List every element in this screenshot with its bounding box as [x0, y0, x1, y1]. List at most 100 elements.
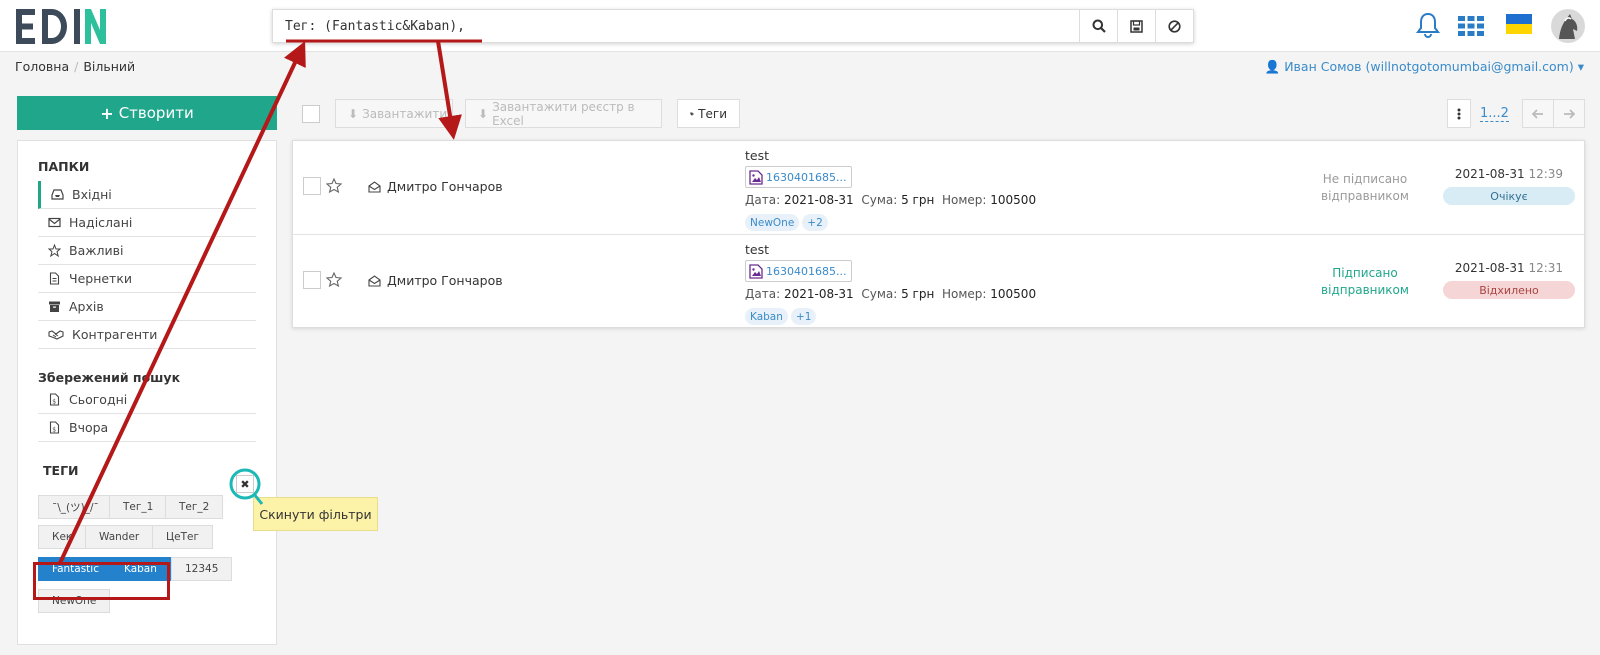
- document-meta: Дата: 2021-08-31 Сума: 5 грн Номер: 1005…: [745, 287, 1036, 301]
- row-checkbox[interactable]: [303, 177, 321, 195]
- tag-teg-2[interactable]: Тег_2: [165, 495, 224, 519]
- ukraine-flag-icon[interactable]: [1506, 14, 1532, 34]
- sidebar-item-important[interactable]: Важливі: [38, 237, 256, 265]
- number-value: 100500: [990, 193, 1037, 207]
- received-date: 2021-08-31 12:31: [1443, 261, 1575, 275]
- close-icon: ✖: [240, 477, 250, 491]
- star-icon[interactable]: [326, 272, 342, 287]
- documents-table: Дмитро Гончаров test 1630401685... Дата:…: [292, 140, 1585, 328]
- top-bar: [0, 0, 1600, 52]
- tags-button-label: Теги: [698, 106, 727, 121]
- tag-kek[interactable]: Кек: [38, 525, 87, 549]
- tag-teg-1[interactable]: Тег_1: [109, 495, 168, 519]
- pagination-link[interactable]: 1...2: [1480, 106, 1509, 122]
- document-subject[interactable]: test: [745, 242, 769, 257]
- star-icon[interactable]: [326, 178, 342, 193]
- user-menu[interactable]: 👤 Иван Сомов (willnotgotomumbai@gmail.co…: [1265, 59, 1584, 75]
- sidebar-item-inbox[interactable]: Вхідні: [38, 181, 256, 209]
- saved-search-today[interactable]: $ Сьогодні: [38, 386, 256, 414]
- create-button-label: Створити: [118, 104, 194, 122]
- tags-button[interactable]: Теги: [677, 99, 740, 128]
- arrow-left-icon: [1532, 108, 1543, 119]
- sender[interactable]: Дмитро Гончаров: [368, 273, 503, 288]
- inbox-icon: [51, 189, 64, 200]
- next-page-button[interactable]: [1553, 99, 1585, 128]
- saved-search-title: Збережений пошук: [38, 370, 181, 385]
- row-tag[interactable]: NewOne: [745, 214, 800, 231]
- folders-title: ПАПКИ: [38, 159, 90, 174]
- open-envelope-icon: [368, 180, 381, 193]
- apps-grid-icon[interactable]: [1458, 16, 1484, 36]
- sum-value: 5 грн: [901, 287, 935, 301]
- number-label: Номер:: [941, 287, 987, 301]
- save-icon: [1130, 19, 1143, 33]
- row-checkbox[interactable]: [303, 271, 321, 289]
- file-name: 1630401685...: [766, 264, 847, 278]
- row-tags: NewOne +2: [745, 214, 831, 231]
- tag-12345[interactable]: 12345: [171, 557, 233, 581]
- row-tag-more[interactable]: +1: [790, 308, 817, 325]
- table-row[interactable]: Дмитро Гончаров test 1630401685... Дата:…: [293, 141, 1584, 234]
- saved-search-yesterday[interactable]: $ Вчора: [38, 414, 256, 442]
- sidebar-item-archive[interactable]: Архів: [38, 293, 256, 321]
- avatar[interactable]: [1551, 9, 1585, 43]
- file-icon: $: [49, 393, 60, 406]
- received-date: 2021-08-31 12:39: [1443, 167, 1575, 181]
- date-label: Дата:: [745, 287, 781, 301]
- row-tag[interactable]: Kaban: [745, 308, 788, 325]
- tag-tseteg[interactable]: ЦеТег: [152, 525, 214, 549]
- download-button[interactable]: ⬇ Завантажити: [335, 99, 453, 128]
- received-time-value: 12:39: [1528, 167, 1564, 181]
- reset-filters-button[interactable]: ✖: [236, 475, 254, 493]
- bell-icon[interactable]: [1416, 12, 1440, 38]
- export-excel-button[interactable]: ⬇ Завантажити реєстр в Excel: [465, 99, 662, 128]
- selected-tags-highlight: [33, 562, 170, 600]
- breadcrumb-home[interactable]: Головна: [15, 59, 69, 74]
- handshake-icon: [48, 330, 64, 340]
- sidebar-item-drafts[interactable]: Чернетки: [38, 265, 256, 293]
- file-attachment[interactable]: 1630401685...: [745, 166, 853, 188]
- saved-search-nav: $ Сьогодні $ Вчора: [38, 386, 256, 442]
- sum-value: 5 грн: [901, 193, 935, 207]
- tag-shrug[interactable]: ¯\_(ツ)_/¯: [38, 495, 113, 519]
- ban-icon: [1168, 19, 1181, 33]
- clear-search-button[interactable]: [1155, 10, 1193, 42]
- row-tag-more[interactable]: +2: [802, 214, 828, 231]
- file-icon: $: [49, 421, 60, 434]
- search-icon: [1092, 19, 1106, 33]
- search-input[interactable]: [273, 10, 1079, 42]
- table-row[interactable]: Дмитро Гончаров test 1630401685... Дата:…: [293, 234, 1584, 327]
- sender[interactable]: Дмитро Гончаров: [368, 179, 503, 194]
- document-icon: [49, 272, 60, 285]
- file-attachment[interactable]: 1630401685...: [745, 260, 853, 282]
- breadcrumb: Головна / Вільний: [15, 59, 135, 74]
- export-excel-label: Завантажити реєстр в Excel: [492, 99, 635, 128]
- tags-title: ТЕГИ: [43, 463, 79, 478]
- prev-page-button[interactable]: [1522, 99, 1554, 128]
- document-subject[interactable]: test: [745, 148, 769, 163]
- svg-text:$: $: [52, 399, 56, 406]
- number-value: 100500: [990, 287, 1037, 301]
- date-value: 2021-08-31: [783, 287, 854, 301]
- arrow-right-icon: [1564, 108, 1575, 119]
- reset-filters-tooltip: Скинути фільтри: [253, 497, 378, 531]
- archive-icon: [49, 301, 60, 312]
- create-button[interactable]: + Створити: [17, 96, 277, 130]
- search-button[interactable]: [1079, 10, 1117, 42]
- more-options-button[interactable]: [1447, 99, 1471, 128]
- sidebar-item-label: Архів: [69, 299, 104, 314]
- star-icon: [48, 244, 61, 257]
- sidebar-item-contractors[interactable]: Контрагенти: [38, 321, 256, 349]
- download-icon: ⬇: [348, 106, 359, 121]
- edin-logo[interactable]: [16, 9, 116, 44]
- file-name: 1630401685...: [766, 170, 847, 184]
- user-icon: 👤: [1264, 59, 1281, 74]
- signature-status: Підписано відправником: [1321, 266, 1409, 297]
- sum-label: Сума:: [861, 287, 898, 301]
- select-all-checkbox[interactable]: [302, 105, 320, 123]
- sidebar-item-sent[interactable]: Надіслані: [38, 209, 256, 237]
- save-search-button[interactable]: [1117, 10, 1155, 42]
- date-value: 2021-08-31: [783, 193, 854, 207]
- tag-wander[interactable]: Wander: [85, 525, 154, 549]
- vertical-dots-icon: [1457, 108, 1461, 119]
